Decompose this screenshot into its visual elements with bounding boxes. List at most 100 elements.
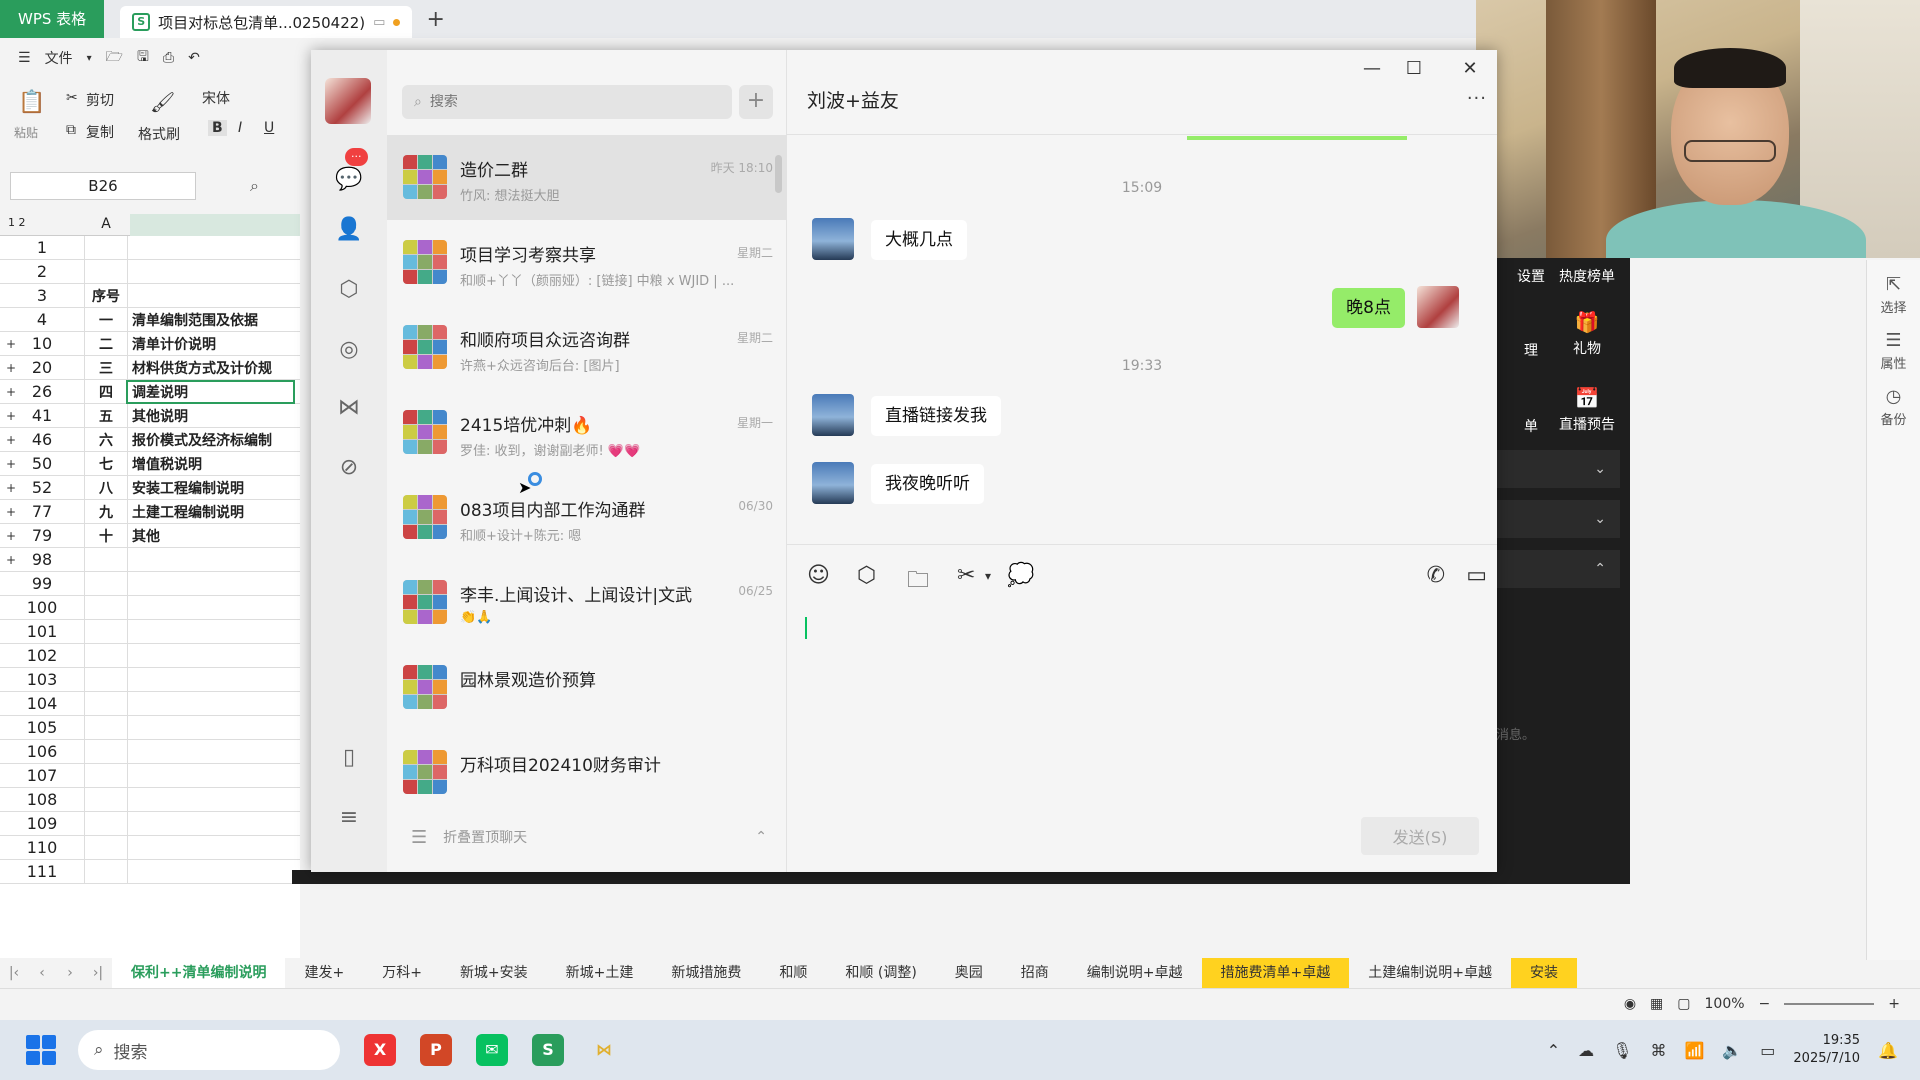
emoji-icon[interactable]: ☺: [807, 563, 830, 588]
cell-b[interactable]: 报价模式及经济标编制: [128, 430, 293, 450]
row-number[interactable]: 2: [0, 262, 84, 281]
sheet-row[interactable]: 3 序号: [0, 284, 300, 308]
chevron-up-icon[interactable]: ⌃: [1547, 1041, 1560, 1060]
close-icon[interactable]: ✕: [1455, 58, 1485, 79]
zoom-slider[interactable]: [1784, 1002, 1875, 1005]
name-box[interactable]: B26: [10, 172, 196, 200]
taskbar-search[interactable]: ⌕ 搜索: [78, 1030, 340, 1070]
sheet-tab[interactable]: 措施费清单+卓越: [1201, 958, 1350, 988]
eye-icon[interactable]: ◉: [1624, 996, 1636, 1012]
sheet-row[interactable]: 108: [0, 788, 300, 812]
sheet-tab[interactable]: 建发+: [285, 958, 363, 988]
sheet-row[interactable]: +46 六报价模式及经济标编制: [0, 428, 300, 452]
live-gift[interactable]: 🎁 礼物: [1552, 310, 1622, 358]
underline-button[interactable]: U: [264, 120, 274, 136]
compose-area[interactable]: ☺ ⬡ 🗀 ✂ ▾ 💭 ✆ ▭ 发送(S): [787, 544, 1497, 872]
sheet-row[interactable]: 101: [0, 620, 300, 644]
zoom-level[interactable]: 100%: [1705, 996, 1745, 1012]
sheet-tab[interactable]: 新城+土建: [547, 958, 653, 988]
channels-icon[interactable]: ⋈: [333, 392, 365, 424]
sheet-tab[interactable]: 和顺: [760, 958, 826, 988]
conversation-item[interactable]: 项目学习考察共享 星期二 和顺+丫丫（颜丽娅）: [链接] 中粮 x WJID | …: [387, 220, 787, 305]
prev-sheet-icon[interactable]: ‹: [28, 965, 56, 981]
cell-a[interactable]: [84, 764, 128, 787]
taskbar-app-powerpoint-icon[interactable]: P: [420, 1034, 452, 1066]
cell-a[interactable]: [84, 548, 128, 571]
expand-group-icon[interactable]: +: [6, 529, 16, 543]
video-call-icon[interactable]: ▭: [1466, 563, 1487, 588]
expand-group-icon[interactable]: +: [6, 409, 16, 423]
contacts-icon[interactable]: 👤: [333, 214, 365, 246]
sheet-row[interactable]: 105: [0, 716, 300, 740]
row-number[interactable]: 103: [0, 670, 84, 689]
row-number[interactable]: 1: [0, 238, 84, 257]
font-name[interactable]: 宋体: [202, 88, 230, 108]
row-number[interactable]: 106: [0, 742, 84, 761]
bold-button[interactable]: B: [208, 120, 227, 136]
hamburger-icon[interactable]: ☰: [18, 50, 31, 66]
maximize-icon[interactable]: ☐: [1399, 58, 1429, 79]
taskbar-app-channels-icon[interactable]: ⋈: [588, 1034, 620, 1066]
moments-icon[interactable]: ◎: [333, 334, 365, 366]
sheet-row[interactable]: +26 四调差说明: [0, 379, 300, 404]
notification-icon[interactable]: 🔔: [1878, 1041, 1898, 1060]
copy-icon[interactable]: ⧉: [66, 122, 76, 138]
cell-b[interactable]: 清单编制范围及依据: [128, 310, 293, 330]
conversation-item[interactable]: 造价二群 昨天 18:10 竹风: 想法挺大胆: [387, 135, 787, 220]
taskbar-app-wechat-icon[interactable]: ✉: [476, 1034, 508, 1066]
row-number[interactable]: 108: [0, 790, 84, 809]
sheet-tab[interactable]: 保利++清单编制说明: [112, 958, 286, 988]
zoom-out-icon[interactable]: −: [1759, 996, 1771, 1012]
folder-icon[interactable]: 🗀: [907, 563, 929, 601]
expand-group-icon[interactable]: +: [6, 337, 16, 351]
link-icon[interactable]: ⊘: [333, 452, 365, 484]
cut-label[interactable]: 剪切: [86, 90, 114, 110]
message-area[interactable]: 15:09 大概几点 晚8点 19:33 直播链接发我 我夜晚听听: [787, 136, 1497, 546]
sheet-row[interactable]: 103: [0, 668, 300, 692]
row-number[interactable]: 111: [0, 862, 84, 881]
row-number[interactable]: 110: [0, 838, 84, 857]
add-button[interactable]: +: [739, 85, 773, 119]
properties-tool[interactable]: ☰ 属性: [1867, 330, 1920, 372]
live-section-3[interactable]: ⌃: [1496, 550, 1620, 588]
sheet-row[interactable]: 100: [0, 596, 300, 620]
row-number[interactable]: 101: [0, 622, 84, 641]
cell-a[interactable]: [84, 812, 128, 835]
sheet-row[interactable]: +52 八安装工程编制说明: [0, 476, 300, 500]
message-bubble[interactable]: 直播链接发我: [871, 396, 1001, 436]
chevron-down-icon[interactable]: ▾: [87, 53, 92, 64]
sheet-row[interactable]: +77 九土建工程编制说明: [0, 500, 300, 524]
zoom-icon[interactable]: ⌕: [250, 176, 259, 196]
live-section-1[interactable]: ⌄: [1496, 450, 1620, 488]
grid-view-icon[interactable]: ▦: [1650, 996, 1663, 1012]
scissors-icon[interactable]: ✂: [66, 90, 78, 106]
message-bubble[interactable]: 我夜晚听听: [871, 464, 984, 504]
cell-a[interactable]: 七: [84, 452, 128, 475]
sheet-row[interactable]: 104: [0, 692, 300, 716]
backup-tool[interactable]: ◷ 备份: [1867, 386, 1920, 428]
cell-a[interactable]: [84, 716, 128, 739]
message-bubble[interactable]: 大概几点: [871, 220, 967, 260]
sticker-cube-icon[interactable]: ⬡: [857, 563, 876, 588]
chat-bubble-icon[interactable]: 💬: [333, 164, 365, 196]
cell-a[interactable]: 序号: [84, 284, 128, 307]
cell-a[interactable]: 二: [84, 332, 128, 355]
sheet-row[interactable]: 2: [0, 260, 300, 284]
my-avatar[interactable]: [325, 78, 371, 124]
format-painter-icon[interactable]: 🖌: [150, 90, 175, 114]
outline-level-buttons[interactable]: 1 2: [8, 216, 26, 229]
format-painter-label[interactable]: 格式刷: [138, 124, 180, 144]
new-tab-button[interactable]: +: [426, 7, 444, 32]
print-icon[interactable]: ⎙: [163, 50, 174, 66]
expand-group-icon[interactable]: +: [6, 505, 16, 519]
column-a-header[interactable]: A: [84, 216, 128, 232]
row-number[interactable]: 100: [0, 598, 84, 617]
search-input[interactable]: [429, 94, 690, 110]
cell-b[interactable]: 安装工程编制说明: [128, 478, 293, 498]
screenshot-scissors-icon[interactable]: ✂: [957, 563, 975, 588]
cell-a[interactable]: 六: [84, 428, 128, 451]
sheet-tab[interactable]: 奥园: [936, 958, 1002, 988]
battery-icon[interactable]: ▭: [1760, 1041, 1775, 1060]
chevron-down-icon[interactable]: ▾: [985, 569, 991, 583]
cell-b[interactable]: 其他: [128, 526, 293, 546]
